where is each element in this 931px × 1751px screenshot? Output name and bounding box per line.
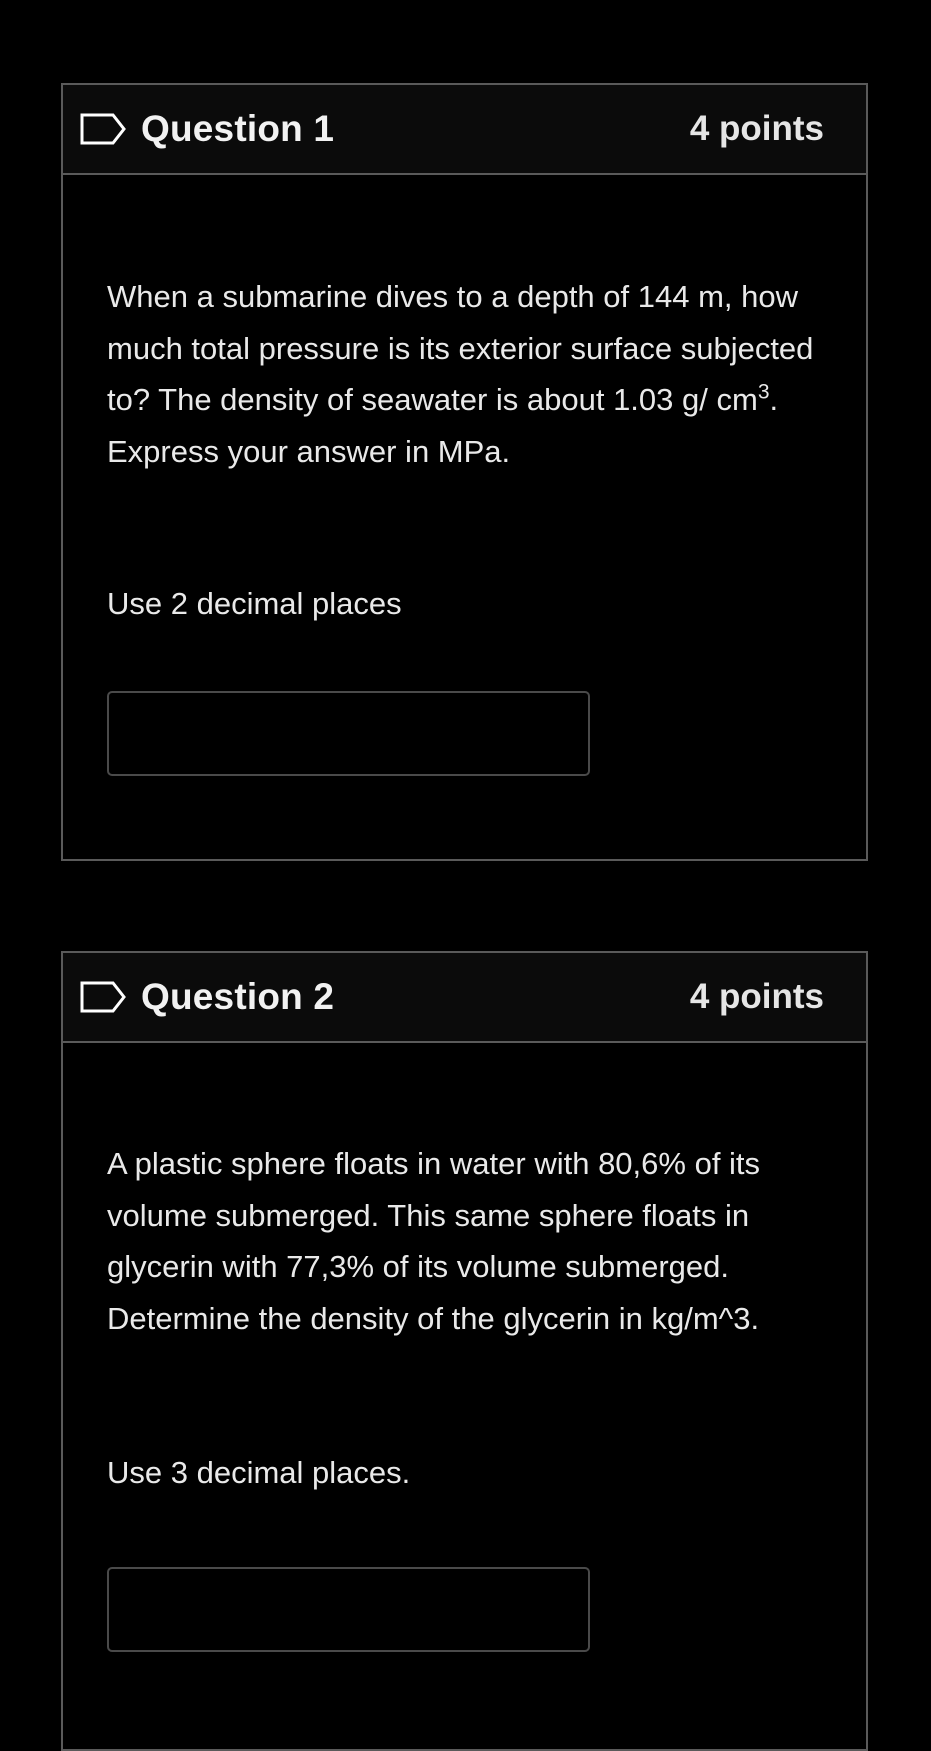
- question-points: 4 points: [689, 109, 824, 148]
- question-title: Question 1: [141, 108, 335, 149]
- answer-input[interactable]: [107, 691, 590, 776]
- question-text: When a submarine dives to a depth of 144…: [107, 271, 822, 477]
- question-points: 4 points: [689, 977, 824, 1016]
- question-instruction: Use 2 decimal places: [107, 586, 402, 621]
- question-text-main: When a submarine dives to a depth of 144…: [107, 279, 814, 417]
- superscript-exponent: 3: [757, 380, 770, 404]
- flag-question-icon[interactable]: [79, 980, 127, 1014]
- question-card-1: Question 1 4 points When a submarine div…: [61, 83, 868, 861]
- question-title: Question 2: [141, 976, 335, 1017]
- question-body: When a submarine dives to a depth of 144…: [63, 271, 866, 776]
- flag-question-icon[interactable]: [79, 112, 127, 146]
- question-header: Question 1 4 points: [63, 85, 866, 175]
- question-body: A plastic sphere floats in water with 80…: [63, 1138, 866, 1652]
- question-card-2: Question 2 4 points A plastic sphere flo…: [61, 951, 868, 1751]
- question-text: A plastic sphere floats in water with 80…: [107, 1146, 761, 1336]
- question-instruction: Use 3 decimal places.: [107, 1455, 411, 1490]
- answer-input[interactable]: [107, 1567, 590, 1652]
- question-header: Question 2 4 points: [63, 953, 866, 1043]
